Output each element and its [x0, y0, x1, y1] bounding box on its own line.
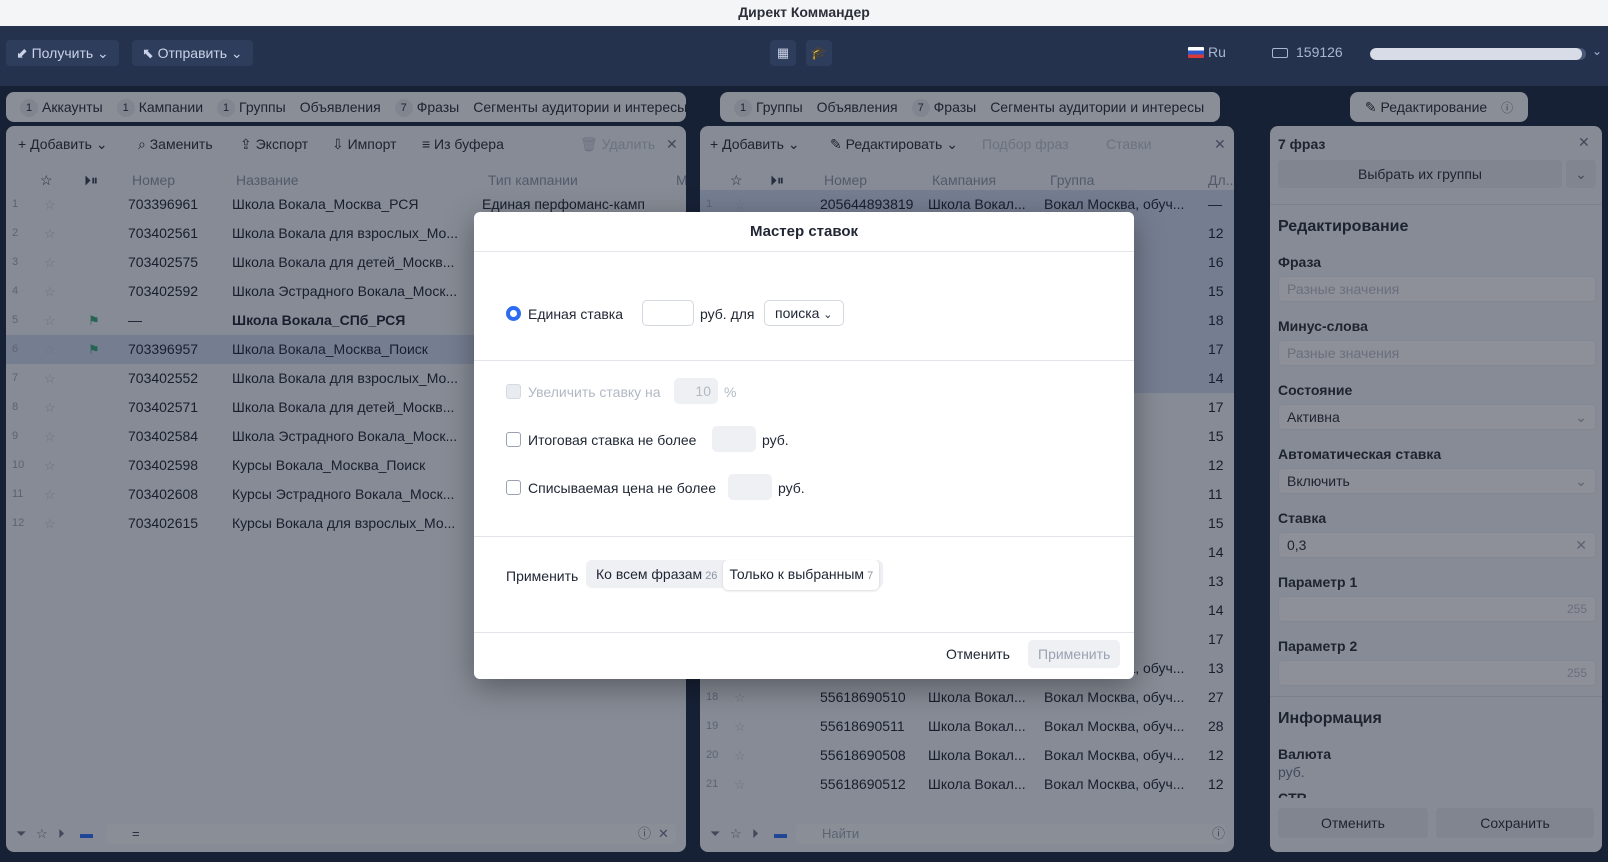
target-value: поиска: [775, 305, 820, 321]
balance: 159126: [1272, 44, 1343, 60]
wallet-icon: [1272, 48, 1288, 58]
language-label: Ru: [1208, 44, 1226, 60]
progress-bar: [1370, 48, 1586, 60]
table-icon[interactable]: ▦: [770, 40, 796, 66]
apply-button[interactable]: Применить: [1028, 640, 1121, 668]
app-title: Директ Коммандер: [738, 4, 870, 20]
single-bid-radio[interactable]: [506, 306, 521, 321]
percent-label: %: [724, 384, 737, 400]
cancel-button[interactable]: Отменить: [936, 640, 1020, 668]
selected-only-option[interactable]: Только к выбранным 7: [723, 560, 880, 590]
rub-label-2: руб.: [778, 480, 805, 496]
max-charge-input[interactable]: [728, 474, 772, 500]
flag-ru-icon: [1188, 47, 1204, 58]
divider: [474, 632, 1134, 633]
send-button[interactable]: ⬉ Отправить ⌄: [132, 40, 253, 66]
main-toolbar: ⬋ Получить ⌄ ⬉ Отправить ⌄ ▦ 🎓 Ru 159126…: [0, 26, 1608, 86]
progress-fill: [1370, 48, 1582, 60]
increase-checkbox[interactable]: [506, 384, 521, 399]
apply-scope-toggle: Ко всем фразам 26 Только к выбранным 7: [586, 560, 884, 590]
language-switch[interactable]: Ru: [1188, 44, 1226, 60]
selected-count: 7: [867, 570, 874, 582]
rub-label-1: руб.: [762, 432, 789, 448]
get-button[interactable]: ⬋ Получить ⌄: [6, 40, 119, 66]
max-charge-checkbox[interactable]: [506, 480, 521, 495]
increase-input[interactable]: 10: [674, 378, 718, 404]
divider: [474, 536, 1134, 537]
max-charge-label: Списываемая цена не более: [528, 480, 717, 496]
apply-to-label: Применить: [506, 568, 579, 584]
balance-value: 159126: [1296, 44, 1343, 60]
dialog-title: Мастер ставок: [474, 212, 1134, 252]
chevron-down-icon: ⌄: [823, 309, 833, 321]
single-bid-label: Единая ставка: [528, 306, 624, 322]
chevron-down-icon[interactable]: ⌄: [1592, 44, 1602, 58]
divider: [474, 360, 1134, 361]
rub-for-label: руб. для: [700, 306, 755, 322]
title-bar: Директ Коммандер: [0, 0, 1608, 26]
bid-wizard-dialog: Мастер ставок Единая ставка руб. для пои…: [474, 212, 1134, 679]
graduation-cap-icon[interactable]: 🎓: [806, 40, 832, 66]
max-total-input[interactable]: [712, 426, 756, 452]
selected-only-label: Только к выбранным: [729, 566, 865, 582]
all-phrases-option[interactable]: Ко всем фразам 26: [590, 560, 723, 590]
all-phrases-count: 26: [705, 570, 718, 582]
max-total-checkbox[interactable]: [506, 432, 521, 447]
all-phrases-label: Ко всем фразам: [596, 566, 703, 582]
increase-label: Увеличить ставку на: [528, 384, 661, 400]
single-bid-input[interactable]: [642, 300, 694, 326]
target-select[interactable]: поиска ⌄: [764, 300, 844, 326]
max-total-label: Итоговая ставка не более: [528, 432, 697, 448]
